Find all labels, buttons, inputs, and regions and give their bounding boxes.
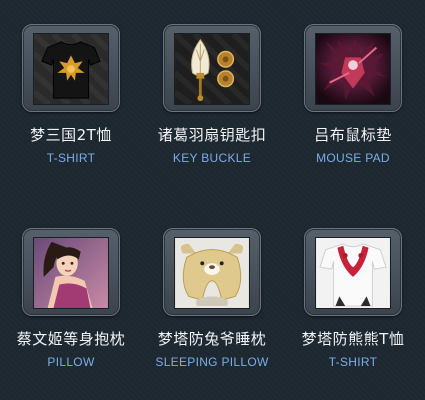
- product-title[interactable]: 蔡文姬等身抱枕: [1, 328, 141, 349]
- product-grid: 梦三国2T恤 T-SHIRT 诸葛羽扇钥匙扣 KEY BUCKLE 吕布鼠标垫 …: [0, 0, 425, 400]
- product-card-mouse-pad[interactable]: 吕布鼠标垫 MOUSE PAD: [283, 24, 423, 194]
- product-card-pillow[interactable]: 蔡文姬等身抱枕 PILLOW: [1, 228, 141, 398]
- thumbnail-frame: [163, 24, 261, 112]
- black-tshirt-emblem-image[interactable]: [33, 33, 109, 105]
- product-card-sleeping-pillow[interactable]: 梦塔防兔爷睡枕 SLEEPING PILLOW: [142, 228, 282, 398]
- rabbit-neck-pillow-image[interactable]: [174, 237, 250, 309]
- product-title[interactable]: 梦三国2T恤: [1, 124, 141, 145]
- thumbnail-frame: [304, 228, 402, 316]
- thumbnail-frame: [22, 24, 120, 112]
- product-title[interactable]: 吕布鼠标垫: [283, 124, 423, 145]
- product-title[interactable]: 梦塔防熊熊T恤: [283, 328, 423, 349]
- product-card-tshirt-bear[interactable]: 梦塔防熊熊T恤 T-SHIRT: [283, 228, 423, 398]
- thumbnail-frame: [304, 24, 402, 112]
- feather-fan-keychain-image[interactable]: [174, 33, 250, 105]
- product-subtitle: KEY BUCKLE: [172, 151, 252, 165]
- product-card-key-buckle[interactable]: 诸葛羽扇钥匙扣 KEY BUCKLE: [142, 24, 282, 194]
- warrior-mousepad-image[interactable]: [315, 33, 391, 105]
- white-tshirt-bear-image[interactable]: [315, 237, 391, 309]
- thumbnail-frame: [22, 228, 120, 316]
- product-card-tshirt[interactable]: 梦三国2T恤 T-SHIRT: [1, 24, 141, 194]
- product-subtitle: PILLOW: [47, 355, 95, 369]
- character-pillow-image[interactable]: [33, 237, 109, 309]
- product-title[interactable]: 诸葛羽扇钥匙扣: [142, 124, 282, 145]
- product-title[interactable]: 梦塔防兔爷睡枕: [142, 328, 282, 349]
- product-subtitle: MOUSE PAD: [316, 151, 390, 165]
- product-subtitle: T-SHIRT: [328, 355, 378, 369]
- product-subtitle: SLEEPING PILLOW: [155, 355, 269, 369]
- product-subtitle: T-SHIRT: [46, 151, 96, 165]
- thumbnail-frame: [163, 228, 261, 316]
